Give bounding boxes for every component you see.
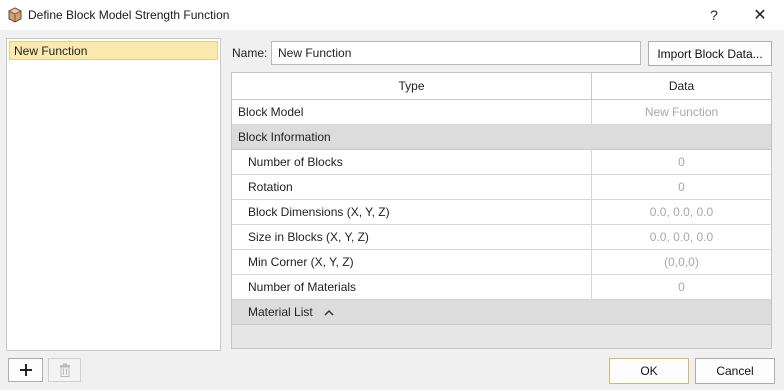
row-value: 0 <box>678 280 685 294</box>
row-value: 0 <box>678 180 685 194</box>
group-material-list[interactable]: Material List <box>232 300 771 325</box>
column-header-data[interactable]: Data <box>592 73 771 99</box>
row-value: 0.0, 0.0, 0.0 <box>649 230 714 244</box>
group-label: Material List <box>248 305 313 319</box>
plus-icon <box>19 364 32 376</box>
row-block-dimensions[interactable]: Block Dimensions (X, Y, Z) 0.0, 0.0, 0.0 <box>232 200 771 225</box>
row-min-corner[interactable]: Min Corner (X, Y, Z) (0,0,0) <box>232 250 771 275</box>
property-grid: Type Data Block Model New Function Block… <box>231 72 772 349</box>
row-block-model[interactable]: Block Model New Function <box>232 100 771 125</box>
group-label: Block Information <box>238 130 331 144</box>
delete-function-button[interactable] <box>48 358 81 382</box>
trash-icon <box>59 363 70 377</box>
row-label: Min Corner (X, Y, Z) <box>232 250 592 274</box>
ok-button[interactable]: OK <box>609 358 689 384</box>
group-block-information[interactable]: Block Information <box>232 125 771 150</box>
row-value: 0 <box>678 155 685 169</box>
help-button[interactable]: ? <box>694 2 734 28</box>
import-block-data-button[interactable]: Import Block Data... <box>648 41 772 66</box>
function-list-item[interactable]: New Function <box>9 41 218 60</box>
row-rotation[interactable]: Rotation 0 <box>232 175 771 200</box>
title-bar: Define Block Model Strength Function ? ✕ <box>0 0 784 30</box>
window-title: Define Block Model Strength Function <box>28 8 230 22</box>
row-label: Number of Materials <box>232 275 592 299</box>
close-button[interactable]: ✕ <box>740 2 780 28</box>
add-function-button[interactable] <box>8 358 43 382</box>
group-label-container: Material List <box>232 300 771 324</box>
row-number-of-materials[interactable]: Number of Materials 0 <box>232 275 771 300</box>
row-label: Block Model <box>232 100 592 124</box>
row-label: Size in Blocks (X, Y, Z) <box>232 225 592 249</box>
row-value: New Function <box>644 105 719 119</box>
app-icon <box>8 7 22 23</box>
row-label: Block Dimensions (X, Y, Z) <box>232 200 592 224</box>
name-label: Name: <box>232 46 268 60</box>
row-number-of-blocks[interactable]: Number of Blocks 0 <box>232 150 771 175</box>
row-value: (0,0,0) <box>664 255 699 269</box>
row-size-in-blocks[interactable]: Size in Blocks (X, Y, Z) 0.0, 0.0, 0.0 <box>232 225 771 250</box>
chevron-up-icon[interactable] <box>324 309 334 316</box>
function-list[interactable]: New Function <box>6 38 221 351</box>
grid-header: Type Data <box>232 73 771 100</box>
row-label: Number of Blocks <box>232 150 592 174</box>
row-value: 0.0, 0.0, 0.0 <box>649 205 714 219</box>
name-input[interactable] <box>271 41 641 65</box>
column-header-type[interactable]: Type <box>232 73 592 99</box>
row-label: Rotation <box>232 175 592 199</box>
cancel-button[interactable]: Cancel <box>695 358 775 384</box>
